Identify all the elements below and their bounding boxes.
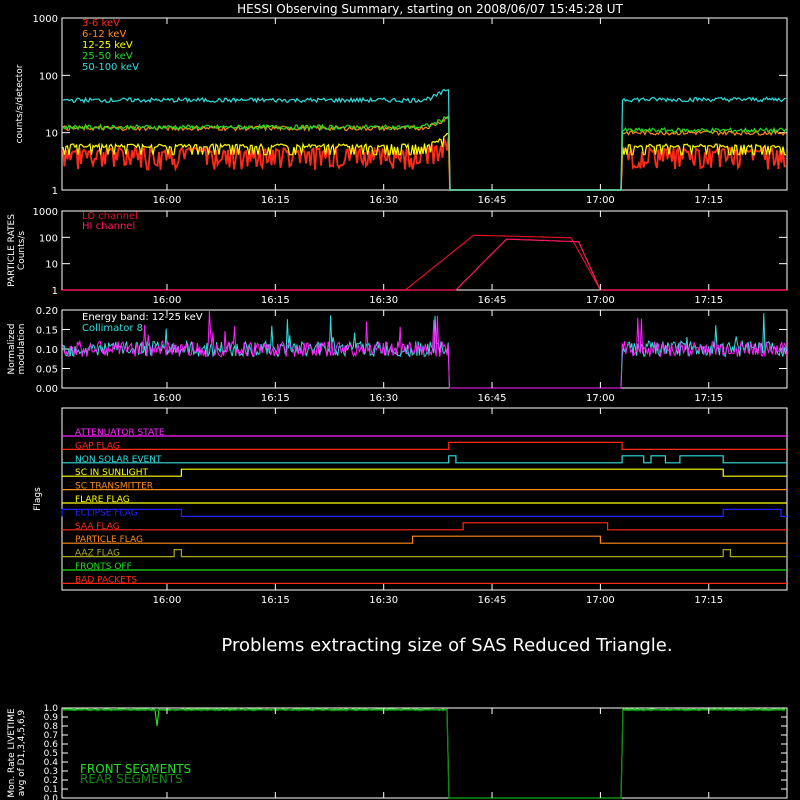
flags-flag-line bbox=[62, 522, 787, 531]
sas-error-message: Problems extracting size of SAS Reduced … bbox=[221, 635, 672, 656]
flags-flag-line bbox=[62, 441, 787, 450]
modulation-ytick-label: 0.05 bbox=[36, 365, 58, 376]
counts-frame bbox=[61, 17, 788, 191]
particle-legend-entry: HI channel bbox=[82, 221, 135, 232]
modulation-xtick-label: 16:30 bbox=[369, 393, 398, 404]
modulation-ytick-label: 0.15 bbox=[36, 326, 58, 337]
livetime-ytick-label: 0.8 bbox=[44, 722, 59, 732]
particle-ytick-label: 1000 bbox=[33, 207, 58, 218]
particle-xtick-label: 16:45 bbox=[478, 295, 507, 306]
flags-flag-label: FRONTS OFF bbox=[75, 562, 132, 572]
particle-series-line bbox=[62, 234, 787, 291]
livetime-ytick-label: 0.6 bbox=[44, 740, 59, 750]
livetime-ytick-label: 0.9 bbox=[44, 713, 59, 723]
livetime-ytick-label: 0.5 bbox=[44, 749, 58, 759]
flags-xtick-label: 16:30 bbox=[369, 595, 398, 606]
counts-xtick-label: 16:15 bbox=[261, 195, 290, 206]
flags-ylabel: Flags bbox=[33, 487, 43, 511]
livetime-ytick-label: 0.3 bbox=[44, 767, 58, 777]
counts-legend-entry: 12-25 keV bbox=[82, 40, 133, 51]
particle-ylabel: Counts/s bbox=[17, 231, 27, 270]
flags-flag-label: ATTENUATOR STATE bbox=[75, 428, 165, 438]
modulation-ytick-label: 0.20 bbox=[36, 306, 58, 317]
counts-xtick-label: 17:15 bbox=[694, 195, 723, 206]
particle-ytick-label: 100 bbox=[39, 233, 58, 244]
modulation-xtick-label: 17:00 bbox=[586, 393, 615, 404]
flags-flag-label: BAD PACKETS bbox=[75, 575, 137, 585]
modulation-xtick-label: 17:15 bbox=[694, 393, 723, 404]
modulation-annotation: Collimator 8 bbox=[82, 323, 143, 334]
particle-series-line bbox=[62, 238, 787, 291]
particle-xtick-label: 16:00 bbox=[153, 295, 182, 306]
counts-series-line bbox=[62, 88, 787, 191]
counts-ylabel: counts/s/detector bbox=[15, 64, 25, 143]
flags-flag-label: ECLIPSE FLAG bbox=[75, 508, 138, 518]
modulation-ylabel: Normalized bbox=[7, 323, 17, 374]
flags-flag-line bbox=[62, 535, 787, 544]
particle-xtick-label: 17:00 bbox=[586, 295, 615, 306]
counts-legend-entry: 3-6 keV bbox=[82, 18, 120, 29]
flags-flag-label: NON SOLAR EVENT bbox=[75, 455, 162, 465]
particle-frame bbox=[61, 210, 788, 291]
flags-flag-label: FLARE FLAG bbox=[75, 495, 130, 505]
flags-flag-line bbox=[61, 508, 787, 517]
observing-summary-figure: HESSI Observing Summary, starting on 200… bbox=[7, 2, 788, 800]
flags-xtick-label: 16:15 bbox=[261, 595, 290, 606]
flags-flag-label: SC TRANSMITTER bbox=[75, 482, 153, 492]
counts-xtick-label: 16:45 bbox=[478, 195, 507, 206]
flags-flag-label: SAA FLAG bbox=[75, 522, 120, 532]
modulation-ylabel: modulation bbox=[17, 324, 27, 375]
counts-ytick-label: 10 bbox=[45, 129, 58, 140]
counts-legend-entry: 6-12 keV bbox=[82, 29, 126, 40]
counts-ytick-label: 100 bbox=[39, 71, 58, 82]
livetime-ytick-label: 0.2 bbox=[44, 776, 58, 786]
livetime-ylabel: avg of D1,3,4,5,6,9 bbox=[17, 709, 27, 796]
counts-xtick-label: 16:00 bbox=[153, 195, 182, 206]
flags-frame bbox=[61, 407, 788, 591]
livetime-ytick-label: 1.0 bbox=[44, 704, 59, 714]
livetime-ytick-label: 0.4 bbox=[44, 758, 59, 768]
counts-ytick-label: 1 bbox=[52, 186, 58, 197]
flags-xtick-label: 17:00 bbox=[586, 595, 615, 606]
modulation-xtick-label: 16:00 bbox=[153, 393, 182, 404]
particle-ytick-label: 10 bbox=[45, 260, 58, 271]
modulation-annotation: Energy band: 12-25 keV bbox=[82, 312, 203, 323]
particle-ytick-label: 1 bbox=[52, 286, 58, 297]
flags-flag-label: SC IN SUNLIGHT bbox=[75, 468, 149, 478]
modulation-xtick-label: 16:45 bbox=[478, 393, 507, 404]
modulation-ytick-label: 0.00 bbox=[36, 384, 58, 395]
particle-xtick-label: 17:15 bbox=[694, 295, 723, 306]
particle-ylabel: PARTICLE RATES bbox=[7, 214, 17, 287]
particle-xtick-label: 16:30 bbox=[369, 295, 398, 306]
flags-flag-line bbox=[62, 455, 787, 464]
modulation-xtick-label: 16:15 bbox=[261, 393, 290, 404]
livetime-legend-entry: REAR SEGMENTS bbox=[80, 772, 183, 786]
flags-flag-label: AAZ FLAG bbox=[75, 549, 120, 559]
livetime-ylabel: Mon. Rate LIVETIME bbox=[7, 708, 17, 798]
counts-ytick-label: 1000 bbox=[33, 14, 58, 25]
counts-legend-entry: 50-100 keV bbox=[82, 62, 139, 73]
flags-xtick-label: 17:15 bbox=[694, 595, 723, 606]
flags-flag-label: GAP FLAG bbox=[75, 441, 120, 451]
counts-xtick-label: 16:30 bbox=[369, 195, 398, 206]
particle-xtick-label: 16:15 bbox=[261, 295, 290, 306]
counts-legend-entry: 25-50 keV bbox=[82, 51, 133, 62]
livetime-ytick-label: 0.7 bbox=[44, 731, 58, 741]
flags-flag-label: PARTICLE FLAG bbox=[75, 535, 143, 545]
figure-title: HESSI Observing Summary, starting on 200… bbox=[237, 2, 623, 16]
modulation-ytick-label: 0.10 bbox=[36, 345, 58, 356]
flags-xtick-label: 16:00 bbox=[153, 595, 182, 606]
flags-flag-line bbox=[62, 468, 787, 477]
flags-flag-line bbox=[62, 549, 787, 558]
flags-xtick-label: 16:45 bbox=[478, 595, 507, 606]
counts-xtick-label: 17:00 bbox=[586, 195, 615, 206]
livetime-ytick-label: 0.1 bbox=[44, 785, 58, 795]
